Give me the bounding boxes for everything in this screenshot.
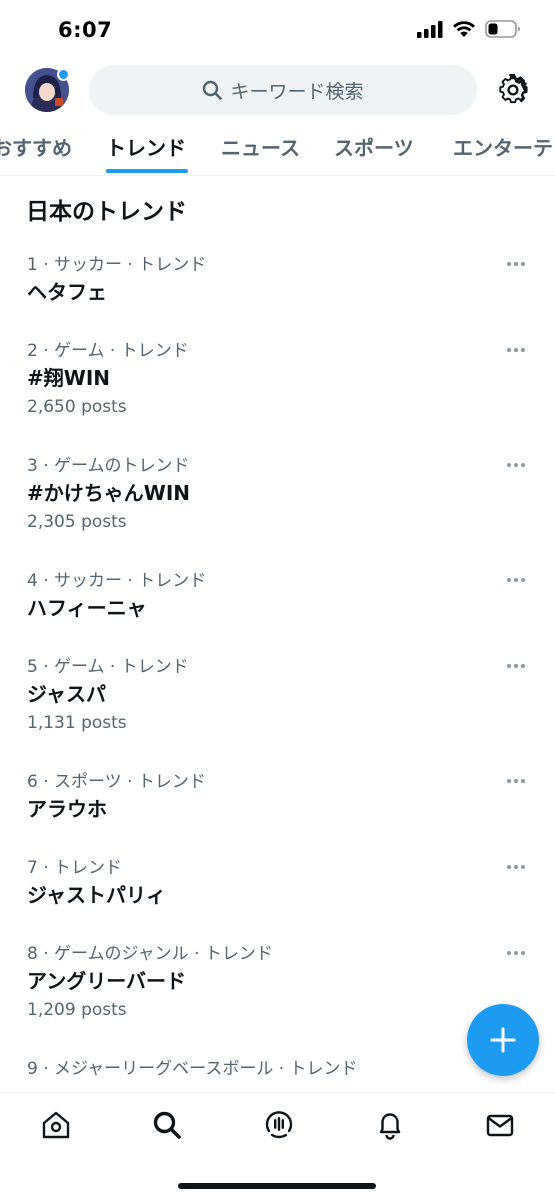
status-time: 6:07 — [58, 18, 113, 42]
trend-item[interactable]: 7 · トレンドジャストパリィ — [0, 847, 555, 933]
trend-name: ヘタフェ — [27, 280, 107, 304]
tab-bar: おすすめ トレンド ニュース スポーツ エンターテ — [0, 118, 555, 176]
spaces-icon — [265, 1111, 293, 1139]
bell-icon — [379, 1113, 401, 1140]
tab-trending[interactable]: トレンド — [106, 132, 186, 161]
dot — [521, 664, 525, 668]
more-options-icon[interactable] — [507, 574, 527, 586]
wifi-icon — [453, 21, 475, 37]
trend-item[interactable]: 6 · スポーツ · トレンドアラウホ — [0, 761, 555, 847]
active-tab-indicator — [106, 169, 188, 173]
notification-dot — [57, 68, 70, 81]
tab-recommended[interactable]: おすすめ — [0, 132, 72, 161]
dot — [514, 865, 518, 869]
trend-post-count: 2,305 posts — [27, 512, 127, 532]
more-options-icon[interactable] — [507, 775, 527, 787]
header: キーワード検索 — [0, 62, 555, 118]
dot — [507, 262, 511, 266]
trend-name: #翔WIN — [27, 366, 110, 390]
dot — [521, 348, 525, 352]
nav-home[interactable] — [38, 1107, 74, 1143]
trend-category: 7 · トレンド — [27, 858, 123, 878]
dot — [507, 779, 511, 783]
search-input[interactable]: キーワード検索 — [89, 65, 477, 115]
trend-post-count: 1,131 posts — [27, 713, 127, 733]
trend-item[interactable]: 5 · ゲーム · トレンドジャスパ 1,131 posts — [0, 646, 555, 761]
dot — [521, 463, 525, 467]
nav-notifications[interactable] — [372, 1107, 408, 1143]
more-options-icon[interactable] — [507, 861, 527, 873]
nav-messages[interactable] — [482, 1107, 518, 1143]
trend-category: 1 · サッカー · トレンド — [27, 255, 207, 275]
trend-category: 5 · ゲーム · トレンド — [27, 657, 189, 677]
dot — [507, 463, 511, 467]
gear-icon[interactable] — [497, 74, 529, 106]
tab-news[interactable]: ニュース — [221, 132, 300, 161]
compose-button[interactable] — [467, 1004, 539, 1076]
more-options-icon[interactable] — [507, 660, 527, 672]
dot — [521, 262, 525, 266]
dot — [521, 578, 525, 582]
more-options-icon[interactable] — [507, 459, 527, 471]
more-options-icon[interactable] — [507, 344, 527, 356]
dot — [521, 779, 525, 783]
trend-item[interactable]: 4 · サッカー · トレンドハフィーニャ — [0, 560, 555, 646]
trend-post-count: 1,209 posts — [27, 1000, 127, 1020]
nav-spaces[interactable] — [261, 1107, 297, 1143]
trend-category: 9 · メジャーリーグベースボール · トレンド — [27, 1059, 358, 1079]
dot — [507, 664, 511, 668]
search-placeholder: キーワード検索 — [230, 80, 364, 103]
trend-item[interactable]: 1 · サッカー · トレンドヘタフェ — [0, 244, 555, 330]
dot — [514, 779, 518, 783]
battery-icon — [485, 20, 520, 38]
trend-item[interactable]: 3 · ゲームのトレンド #かけちゃんWIN 2,305 posts — [0, 445, 555, 560]
trend-category: 8 · ゲームのジャンル · トレンド — [27, 944, 273, 964]
trend-category: 2 · ゲーム · トレンド — [27, 341, 189, 361]
trend-category: 4 · サッカー · トレンド — [27, 571, 207, 591]
trend-name: ジャストパリィ — [27, 883, 166, 907]
home-indicator — [178, 1183, 376, 1189]
trend-list: 1 · サッカー · トレンドヘタフェ 2 · ゲーム · トレンド #翔WIN 2,… — [0, 244, 555, 1094]
status-icons — [417, 20, 521, 38]
trend-item[interactable]: 2 · ゲーム · トレンド #翔WIN 2,650 posts — [0, 330, 555, 445]
dot — [514, 262, 518, 266]
trend-name: アングリーバード — [27, 969, 186, 993]
search-icon — [153, 1111, 181, 1139]
dot — [514, 348, 518, 352]
trend-category: 3 · ゲームのトレンド — [27, 456, 190, 476]
dot — [514, 951, 518, 955]
dot — [507, 578, 511, 582]
trend-name: アラウホ — [27, 797, 107, 821]
status-bar: 6:07 — [0, 0, 555, 62]
dot — [514, 463, 518, 467]
dot — [521, 865, 525, 869]
trend-post-count: 2,650 posts — [27, 397, 127, 417]
dot — [507, 951, 511, 955]
trend-category: 6 · スポーツ · トレンド — [27, 772, 206, 792]
nav-search[interactable] — [149, 1107, 185, 1143]
trend-name: ハフィーニャ — [27, 596, 147, 620]
dot — [514, 578, 518, 582]
home-icon — [42, 1111, 70, 1139]
trend-name: #かけちゃんWIN — [27, 481, 190, 505]
section-title: 日本のトレンド — [26, 199, 187, 225]
search-icon — [203, 80, 223, 100]
dot — [514, 664, 518, 668]
dot — [507, 348, 511, 352]
cellular-signal-icon — [417, 20, 443, 38]
more-options-icon[interactable] — [507, 947, 527, 959]
more-options-icon[interactable] — [507, 258, 527, 270]
dot — [521, 951, 525, 955]
dot — [507, 865, 511, 869]
trend-name: ジャスパ — [27, 682, 106, 706]
tab-sports[interactable]: スポーツ — [334, 132, 414, 161]
mail-icon — [486, 1114, 514, 1137]
tab-entertainment[interactable]: エンターテ — [453, 132, 553, 161]
plus-icon — [490, 1027, 516, 1053]
